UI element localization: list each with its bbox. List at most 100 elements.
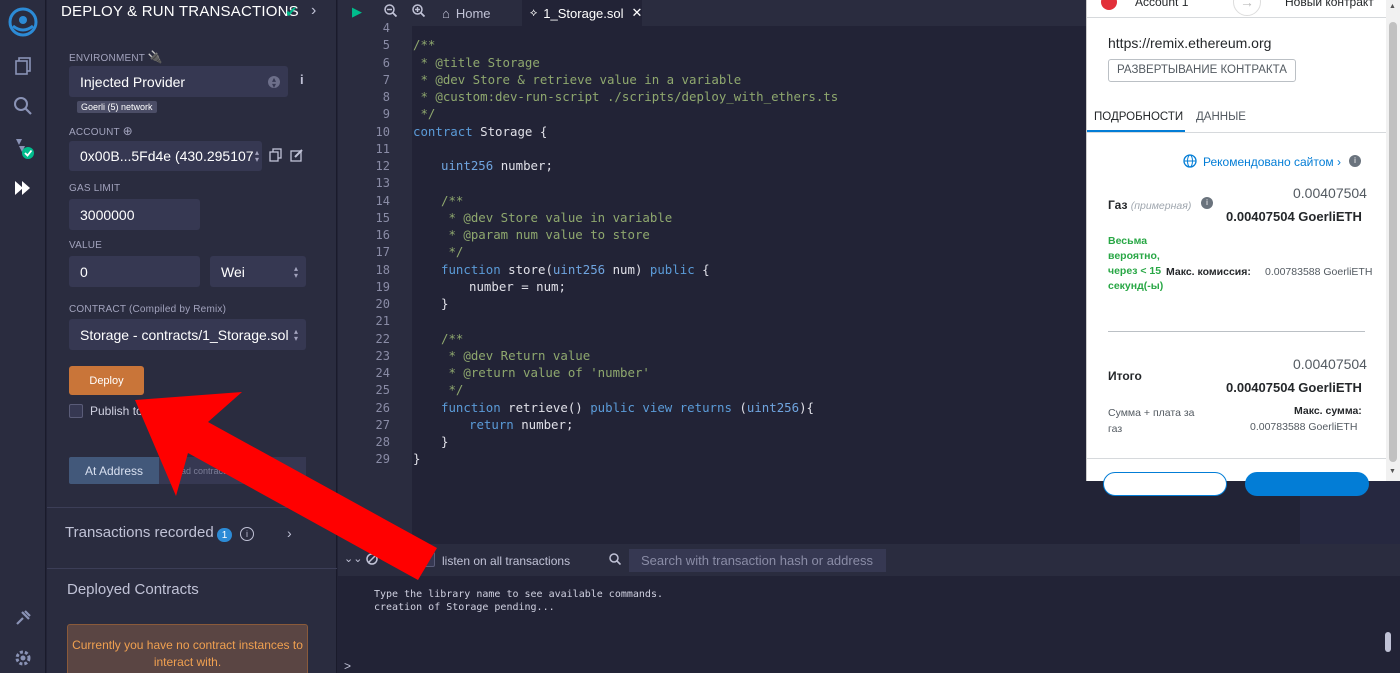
code-token: */ — [441, 244, 464, 260]
code-line: * @dev Store value in variable — [441, 210, 672, 225]
plugin-manager-icon[interactable] — [11, 606, 35, 630]
terminal-scrollbar[interactable] — [1385, 632, 1391, 652]
file-icon: ⟡ — [530, 6, 538, 19]
line-number: 16 — [375, 228, 390, 242]
home-icon: ⌂ — [442, 5, 450, 21]
chevron-right-icon: › — [1337, 155, 1341, 169]
new-contract-label: Новый контракт — [1285, 0, 1374, 9]
reject-button[interactable] — [1103, 472, 1227, 496]
code-line: /** — [441, 193, 463, 208]
settings-gear-icon[interactable] — [11, 646, 35, 670]
info-icon[interactable]: i — [1201, 197, 1213, 209]
code-token: * @title Storage — [413, 54, 540, 70]
divider — [1087, 132, 1387, 133]
tx-count-badge: 1 — [217, 528, 232, 542]
solidity-compiler-icon[interactable] — [11, 136, 35, 160]
load-contract-input[interactable]: Load contract from Address — [159, 457, 306, 484]
line-number: 4 — [382, 21, 390, 35]
edit-icon[interactable] — [290, 148, 304, 167]
publish-ipfs-checkbox[interactable] — [69, 404, 83, 418]
zoom-out-icon[interactable] — [384, 4, 398, 20]
select-arrows-icon: ▴ ▾ — [254, 148, 259, 164]
popup-scrollbar[interactable]: ▲ ▼ — [1386, 0, 1400, 481]
code-token: number; — [521, 416, 574, 432]
code-token: } — [441, 296, 449, 311]
run-play-icon[interactable]: ▶ — [352, 4, 362, 20]
code-token: store( — [508, 261, 553, 277]
deploy-run-icon[interactable] — [11, 176, 35, 200]
line-number: 8 — [382, 90, 390, 104]
code-line: } — [441, 296, 448, 311]
contract-select[interactable]: Storage - contracts/1_Storage.sol ▴ ▾ — [69, 319, 306, 350]
file-explorer-icon[interactable] — [11, 54, 35, 78]
remix-ide: DEPLOY & RUN TRANSACTIONS ✔ › ENVIRONMEN… — [0, 0, 1400, 673]
max-sum-value: 0.00783588 GoerliETH — [1250, 421, 1358, 433]
line-number: 11 — [375, 141, 390, 156]
terminal-prompt[interactable]: > — [344, 659, 351, 673]
listen-all-checkbox[interactable] — [420, 552, 435, 567]
scroll-thumb[interactable] — [1389, 22, 1397, 462]
code-token: /** — [441, 330, 464, 346]
account-select[interactable]: 0x00B...5Fd4e (430.295107 ▴ ▾ — [69, 141, 262, 171]
info-circle-icon[interactable]: i — [240, 527, 254, 541]
line-number: 5 — [382, 38, 390, 53]
divider — [1087, 17, 1387, 18]
sum-label: Сумма + плата за газ — [1108, 407, 1195, 435]
scroll-down-icon[interactable]: ▼ — [1389, 468, 1396, 475]
search-icon[interactable] — [11, 94, 35, 118]
code-token: function — [441, 261, 509, 277]
gas-limit-label: GAS LIMIT — [69, 183, 121, 194]
line-number: 6 — [382, 55, 390, 70]
tx-search-input[interactable]: Search with transaction hash or address — [629, 549, 886, 572]
code-token: ( — [731, 399, 747, 415]
clear-console-icon[interactable] — [366, 552, 378, 570]
code-line: number = num; — [469, 279, 566, 294]
scroll-up-icon[interactable]: ▲ — [1389, 3, 1396, 10]
code-token: function — [441, 399, 509, 415]
info-icon[interactable]: i — [300, 72, 304, 87]
transactions-recorded-label[interactable]: Transactions recorded — [65, 524, 214, 541]
remix-logo-icon[interactable] — [7, 6, 39, 38]
value-input[interactable]: 0 — [69, 256, 200, 287]
info-icon[interactable]: i — [1349, 155, 1361, 167]
code-line: uint256 number; — [441, 158, 553, 173]
code-token: uint256 — [746, 399, 800, 415]
tab-data[interactable]: ДАННЫЕ — [1196, 111, 1246, 123]
total-small-value: 0.00407504 — [1293, 356, 1367, 372]
environment-label: ENVIRONMENT 🔌 — [69, 50, 164, 64]
line-number: 7 — [382, 72, 390, 87]
code-token: * @return value of 'number' — [441, 365, 650, 380]
confirm-button[interactable] — [1245, 472, 1369, 496]
deploy-run-panel: DEPLOY & RUN TRANSACTIONS ✔ › ENVIRONMEN… — [47, 0, 337, 673]
search-icon — [609, 552, 622, 570]
recommended-link[interactable]: Рекомендовано сайтом › — [1203, 155, 1341, 169]
max-fee-label: Макс. комиссия: — [1166, 266, 1251, 278]
likely-time: Весьма вероятно, через < 15 секунд(-ы) — [1108, 235, 1164, 292]
deploy-button[interactable]: Deploy — [69, 366, 144, 395]
close-icon[interactable]: ✕ — [632, 5, 643, 21]
code-line: */ — [441, 382, 463, 397]
chevron-right-icon[interactable]: › — [287, 525, 292, 541]
zoom-in-icon[interactable] — [412, 4, 426, 20]
tab-details[interactable]: ПОДРОБНОСТИ — [1094, 111, 1183, 123]
collapse-terminal-icon[interactable]: ⌄⌄ — [344, 552, 362, 565]
code-line: * @dev Return value — [441, 348, 590, 363]
value-unit-select[interactable]: Wei ▴ ▾ — [210, 256, 306, 287]
tab-storage-sol[interactable]: ⟡ 1_Storage.sol ✕ — [522, 0, 642, 26]
gas-limit-input[interactable]: 3000000 — [69, 199, 200, 230]
select-arrows-icon: ▴ ▾ — [293, 326, 298, 343]
environment-select[interactable]: Injected Provider ▴ ▾ — [69, 66, 288, 97]
chevron-right-icon[interactable]: › — [311, 2, 316, 20]
divider — [47, 507, 337, 508]
gas-big-value: 0.00407504 GoerliETH — [1226, 209, 1362, 224]
at-address-button[interactable]: At Address — [69, 457, 159, 484]
code-token: */ — [441, 382, 464, 398]
select-arrows-icon: ▴ ▾ — [293, 263, 298, 280]
select-arrows-icon: ▴ ▾ — [268, 75, 280, 89]
account-value: 0x00B...5Fd4e (430.295107 — [80, 148, 254, 164]
line-number: 21 — [375, 314, 390, 329]
tab-home[interactable]: ⌂ Home — [434, 0, 516, 26]
code-line: * @title Storage — [413, 54, 540, 70]
total-big-value: 0.00407504 GoerliETH — [1226, 380, 1362, 395]
copy-icon[interactable] — [269, 148, 282, 167]
